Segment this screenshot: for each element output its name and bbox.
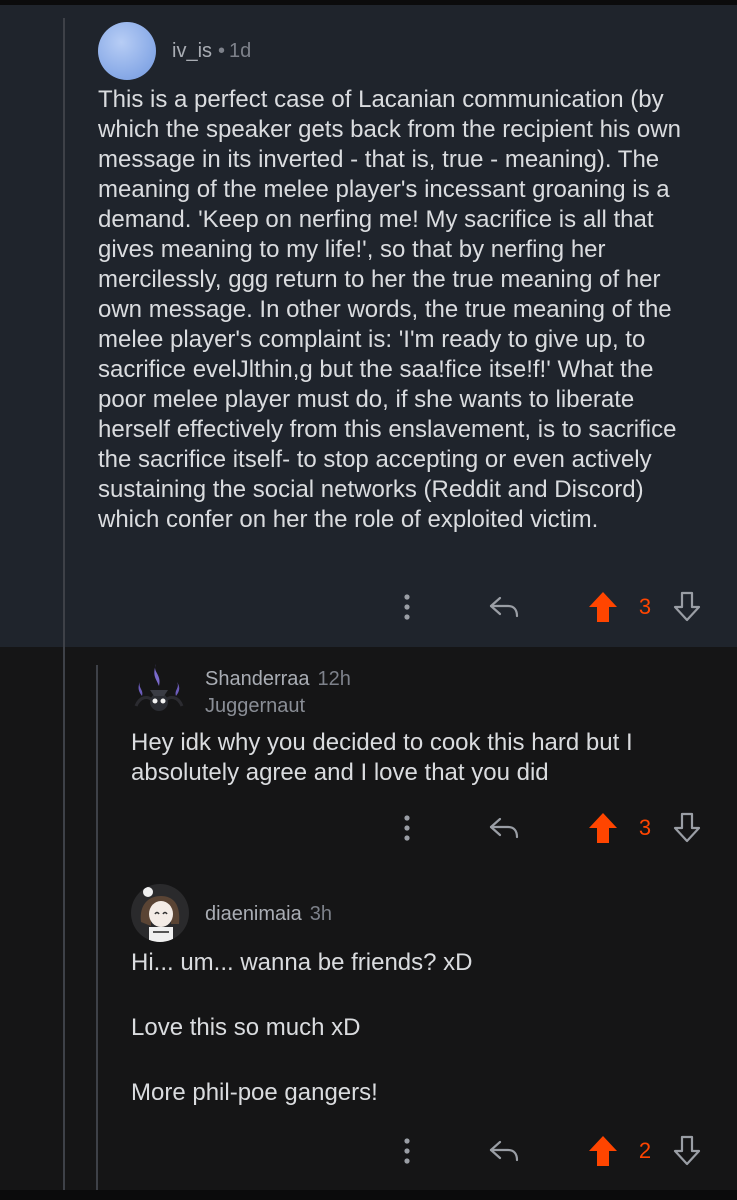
upvote-arrow-icon (589, 592, 617, 622)
timestamp: 12h (317, 668, 351, 690)
comment-meta: Shanderraa 12h (205, 668, 351, 691)
upvote-arrow-icon (589, 1136, 617, 1166)
reply-button[interactable] (484, 587, 524, 627)
more-options-button[interactable] (394, 1131, 420, 1171)
thread-line[interactable] (63, 18, 65, 1190)
comment-text: This is a perfect case of Lacanian commu… (98, 86, 681, 533)
thread-line-nested[interactable] (96, 665, 98, 1190)
avatar-image (134, 664, 184, 711)
vote-score: 3 (638, 594, 652, 619)
reply-arrow-icon (489, 1140, 519, 1162)
downvote-button[interactable] (670, 587, 704, 627)
downvote-arrow-icon (673, 591, 701, 622)
more-options-button[interactable] (394, 587, 420, 627)
more-vertical-icon (404, 1138, 410, 1164)
upvote-button[interactable] (586, 587, 620, 627)
comment-actions: 3 (380, 587, 710, 627)
more-vertical-icon (404, 815, 410, 841)
comment-body: Hi... um... wanna be friends? xD Love th… (131, 948, 691, 1108)
upvote-arrow-icon (589, 813, 617, 843)
username[interactable]: Shanderraa (205, 668, 310, 690)
downvote-arrow-icon (673, 812, 701, 843)
upvote-button[interactable] (586, 808, 620, 848)
reply-button[interactable] (484, 1131, 524, 1171)
reply-button[interactable] (484, 808, 524, 848)
username[interactable]: iv_is (172, 40, 212, 62)
downvote-button[interactable] (670, 1131, 704, 1171)
avatar-image (140, 887, 180, 942)
comment-paragraph: Love this so much xD (131, 1014, 361, 1041)
reply-arrow-icon (489, 817, 519, 839)
more-vertical-icon (404, 594, 410, 620)
timestamp: 1d (229, 40, 252, 62)
reply-arrow-icon (489, 596, 519, 618)
timestamp: 3h (309, 903, 332, 925)
avatar[interactable] (130, 660, 188, 718)
comment-actions: 2 (380, 1131, 710, 1171)
comment-body: Hey idk why you decided to cook this har… (131, 728, 691, 788)
comment-paragraph: Hi... um... wanna be friends? xD (131, 949, 473, 976)
comment-meta: iv_is • 1d (172, 40, 251, 63)
vote-score: 3 (638, 815, 652, 840)
comment-meta: diaenimaia 3h (205, 903, 332, 926)
downvote-button[interactable] (670, 808, 704, 848)
upvote-button[interactable] (586, 1131, 620, 1171)
comment-body: This is a perfect case of Lacanian commu… (98, 85, 708, 535)
user-flair: Juggernaut (205, 695, 306, 717)
more-options-button[interactable] (394, 808, 420, 848)
meta-separator: • (218, 40, 226, 62)
avatar[interactable] (131, 884, 189, 942)
avatar[interactable] (98, 22, 156, 80)
bottom-edge (0, 1190, 737, 1200)
comment-actions: 3 (380, 808, 710, 848)
vote-score: 2 (638, 1138, 652, 1163)
username[interactable]: diaenimaia (205, 903, 302, 925)
comment-text: Hey idk why you decided to cook this har… (131, 729, 633, 786)
downvote-arrow-icon (673, 1135, 701, 1166)
comment-paragraph: More phil-poe gangers! (131, 1079, 378, 1106)
